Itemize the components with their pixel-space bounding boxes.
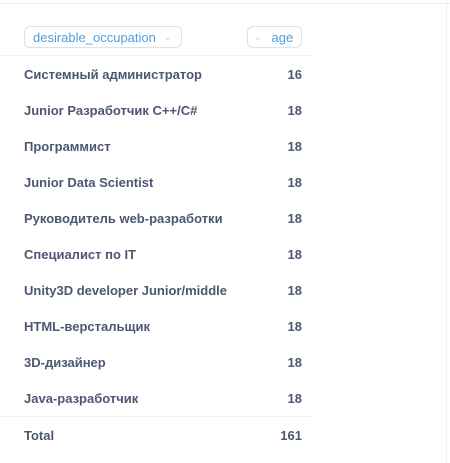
occupation-cell: Системный администратор [24,66,202,82]
column-header-age[interactable]: ⌄ age [247,26,302,48]
age-cell: 18 [287,138,302,154]
occupation-cell: Руководитель web-разработки [24,210,223,226]
table-row: Junior Разработчик C++/C# 18 [0,92,312,128]
chevron-down-icon: ⌄ [163,31,172,42]
table-header: desirable_occupation ⌄ ⌄ age [0,18,312,56]
table-row: Java-разработчик 18 [0,380,312,416]
age-cell: 18 [287,318,302,334]
column-header-occupation-label: desirable_occupation [33,29,156,45]
age-cell: 16 [287,66,302,82]
occupation-cell: Java-разработчик [24,390,139,406]
occupation-cell: HTML-верстальщик [24,318,150,334]
occupation-cell: Unity3D developer Junior/middle [24,282,227,298]
table-row: HTML-верстальщик 18 [0,308,312,344]
occupation-cell: Специалист по IT [24,246,137,262]
column-header-occupation[interactable]: desirable_occupation ⌄ [24,26,182,48]
total-value: 161 [280,427,302,443]
occupation-cell: Junior Разработчик C++/C# [24,102,198,118]
occupation-cell: Junior Data Scientist [24,174,154,190]
age-cell: 18 [287,354,302,370]
top-divider [0,3,450,4]
age-cell: 18 [287,390,302,406]
age-cell: 18 [287,246,302,262]
table-row: Системный администратор 16 [0,56,312,92]
occupation-cell: 3D-дизайнер [24,354,106,370]
total-label: Total [24,427,55,443]
occupation-cell: Программист [24,138,111,154]
table-row: Специалист по IT 18 [0,236,312,272]
table-row: 3D-дизайнер 18 [0,344,312,380]
right-divider [446,0,447,463]
age-cell: 18 [287,102,302,118]
age-cell: 18 [287,282,302,298]
table-row: Программист 18 [0,128,312,164]
chevron-down-icon: ⌄ [254,31,262,42]
table-row: Руководитель web-разработки 18 [0,200,312,236]
pivot-table: desirable_occupation ⌄ ⌄ age Системный а… [0,18,312,453]
table-row: Unity3D developer Junior/middle 18 [0,272,312,308]
age-cell: 18 [287,174,302,190]
column-header-age-label: age [271,29,294,45]
table-row: Junior Data Scientist 18 [0,164,312,200]
total-row: Total 161 [0,416,312,453]
age-cell: 18 [287,210,302,226]
